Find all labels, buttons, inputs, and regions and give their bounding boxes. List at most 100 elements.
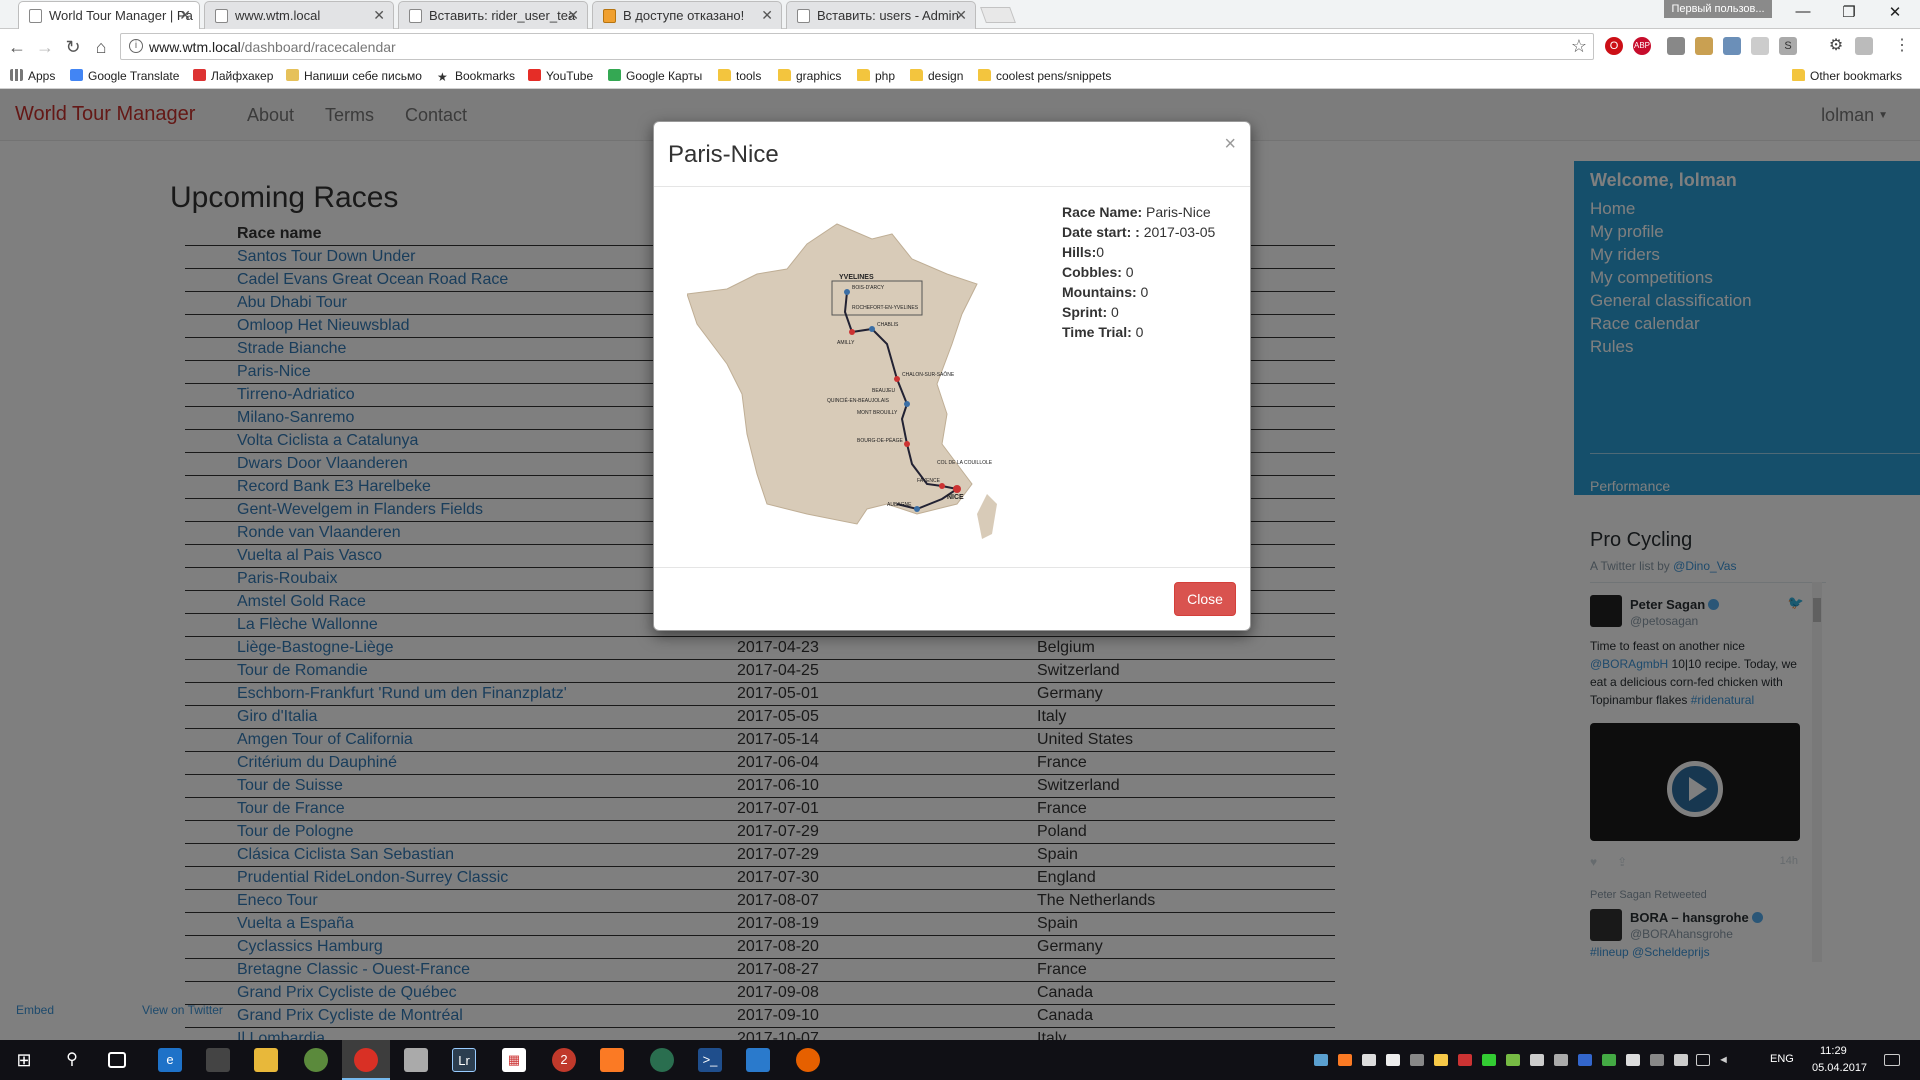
tray-icon[interactable] [1482, 1054, 1496, 1066]
tray-icon[interactable] [1602, 1054, 1616, 1066]
bookmark-folder-design[interactable]: design [910, 69, 963, 83]
minimize-icon[interactable]: — [1788, 3, 1818, 25]
clock-time[interactable]: 11:29 [1820, 1045, 1847, 1057]
tray-icon[interactable] [1362, 1054, 1376, 1066]
tab-rider-user-team[interactable]: Вставить: rider_user_tea ✕ [398, 1, 588, 29]
file-explorer-icon[interactable] [254, 1048, 278, 1072]
app-icon[interactable]: 2 [552, 1048, 576, 1072]
task-view-icon[interactable] [108, 1052, 126, 1068]
window-close-icon[interactable]: ✕ [1880, 3, 1910, 25]
extension-icon[interactable] [1855, 37, 1873, 55]
app-icon[interactable] [650, 1048, 674, 1072]
tray-icon[interactable] [1674, 1054, 1688, 1066]
tray-icon[interactable] [1458, 1054, 1472, 1066]
store-icon[interactable] [206, 1048, 230, 1072]
tray-icon[interactable] [1530, 1054, 1544, 1066]
close-icon[interactable]: × [1224, 134, 1236, 154]
app-icon[interactable] [304, 1048, 328, 1072]
search-icon[interactable]: ⚲ [60, 1048, 84, 1072]
extension-icon[interactable] [1751, 37, 1769, 55]
windows-start-icon[interactable]: ⊞ [12, 1048, 36, 1072]
chrome-icon[interactable] [354, 1048, 378, 1072]
home-icon[interactable]: ⌂ [90, 36, 112, 58]
tab-title: www.wtm.local [235, 8, 321, 23]
bookmark-bookmarks[interactable]: ★ Bookmarks [437, 69, 515, 84]
detail-hills: Hills:0 [1062, 244, 1105, 260]
bookmark-folder-php[interactable]: php [857, 69, 895, 83]
stage-marker [914, 506, 920, 512]
bookmark-folder-graphics[interactable]: graphics [778, 69, 841, 83]
bookmark-folder-other[interactable]: Other bookmarks [1792, 69, 1902, 83]
forward-icon[interactable]: → [34, 36, 56, 58]
extension-icon[interactable] [1667, 37, 1685, 55]
tray-icon[interactable] [1626, 1054, 1640, 1066]
close-icon[interactable]: ✕ [567, 7, 579, 24]
extension-icon[interactable]: S [1779, 37, 1797, 55]
close-icon[interactable]: ✕ [373, 7, 385, 24]
volume-icon[interactable]: ◄ [1718, 1054, 1732, 1066]
address-bar[interactable]: i www.wtm.local/dashboard/racecalendar ☆ [120, 33, 1594, 60]
bookmark-youtube[interactable]: YouTube [528, 69, 593, 83]
tray-icon[interactable] [1410, 1054, 1424, 1066]
close-icon[interactable]: ✕ [179, 7, 191, 24]
bookmark-apps[interactable]: Apps [10, 69, 55, 83]
bookmark-folder-tools[interactable]: tools [718, 69, 761, 83]
bookmark-star-icon[interactable]: ☆ [1571, 36, 1587, 57]
tab-access-denied[interactable]: В доступе отказано! ✕ [592, 1, 782, 29]
bookmark-google-maps[interactable]: Google Карты [608, 69, 702, 83]
back-icon[interactable]: ← [6, 36, 28, 58]
close-icon[interactable]: ✕ [955, 7, 967, 24]
map-label: QUINCIÉ-EN-BEAUJOLAIS [827, 397, 890, 404]
map-label: AMILLY [837, 340, 855, 346]
tray-icon[interactable] [1650, 1054, 1664, 1066]
new-tab-button[interactable] [980, 7, 1016, 23]
tray-icon[interactable] [1578, 1054, 1592, 1066]
network-icon[interactable] [1696, 1054, 1710, 1066]
opera-icon[interactable]: O [1605, 37, 1623, 55]
close-button[interactable]: Close [1174, 582, 1236, 616]
extension-icon[interactable] [1695, 37, 1713, 55]
tab-users-admin[interactable]: Вставить: users - Admin ✕ [786, 1, 976, 29]
tray-icon[interactable] [1338, 1054, 1352, 1066]
bookmark-folder-pens[interactable]: coolest pens/snippets [978, 69, 1111, 83]
powershell-icon[interactable]: >_ [698, 1048, 722, 1072]
tab-world-tour-manager[interactable]: World Tour Manager | Pa ✕ [18, 1, 200, 30]
divider [654, 567, 1250, 568]
bookmark-lifehacker[interactable]: Лайфхакер [193, 69, 273, 83]
tray-icon[interactable] [1314, 1054, 1328, 1066]
vscode-icon[interactable] [746, 1048, 770, 1072]
close-icon[interactable]: ✕ [761, 7, 773, 24]
info-icon[interactable]: i [129, 39, 143, 53]
bookmark-write-letter[interactable]: Напиши себе письмо [286, 69, 422, 83]
route-map: YVELINES BOIS-D'ARCY ROCHEFORT-EN-YVELIN… [687, 223, 997, 539]
tray-icon[interactable] [1506, 1054, 1520, 1066]
map-label: FAYENCE [917, 478, 941, 484]
menu-icon[interactable]: ⋮ [1893, 37, 1911, 55]
app-icon[interactable] [404, 1048, 428, 1072]
tray-icon[interactable] [1434, 1054, 1448, 1066]
clock-date[interactable]: 05.04.2017 [1812, 1062, 1867, 1074]
map-label: YVELINES [839, 274, 874, 281]
phpmyadmin-icon [797, 9, 810, 23]
adblock-icon[interactable]: ABP [1633, 37, 1651, 55]
tray-icon[interactable] [1554, 1054, 1568, 1066]
language-indicator[interactable]: ENG [1770, 1053, 1794, 1065]
restore-icon[interactable]: ❐ [1834, 3, 1864, 25]
app-icon[interactable]: ▦ [502, 1048, 526, 1072]
eyedropper-icon[interactable] [1723, 37, 1741, 55]
bookmark-google-translate[interactable]: Google Translate [70, 69, 179, 83]
folder-icon [978, 69, 991, 81]
lightroom-icon[interactable]: Lr [452, 1048, 476, 1072]
cloud-icon[interactable] [1386, 1054, 1400, 1066]
edge-icon[interactable]: e [158, 1048, 182, 1072]
settings-gear-icon[interactable]: ⚙ [1827, 37, 1845, 55]
reload-icon[interactable]: ↻ [62, 36, 84, 58]
modal-title: Paris-Nice [668, 141, 779, 168]
notifications-icon[interactable] [1884, 1054, 1900, 1066]
corsica-shape [977, 494, 997, 539]
profile-badge[interactable]: Первый пользов... [1664, 0, 1772, 18]
race-modal: Paris-Nice × YVELINES BOIS-D'ARCY ROCHEF… [653, 121, 1251, 631]
xampp-icon[interactable] [600, 1048, 624, 1072]
firefox-icon[interactable] [796, 1048, 820, 1072]
tab-wtm-local[interactable]: www.wtm.local ✕ [204, 1, 394, 29]
